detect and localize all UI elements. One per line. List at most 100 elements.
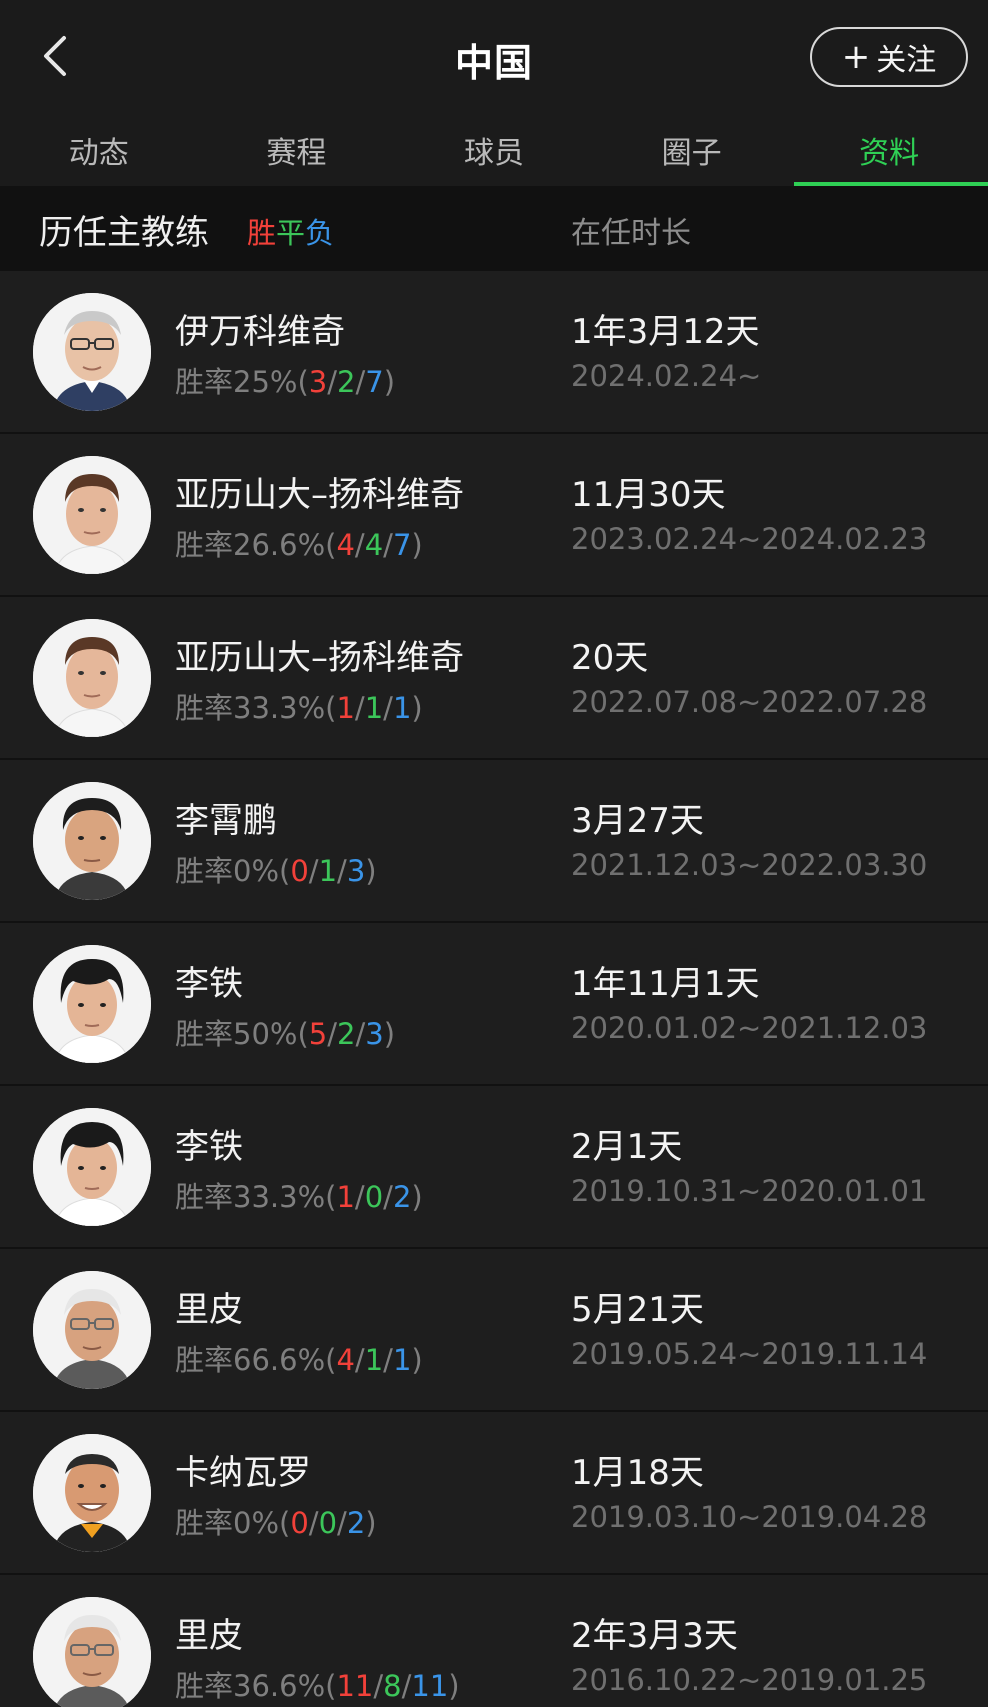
win-rate: 胜率26.6%(4/4/7) [175,528,423,562]
coach-photo [33,456,151,574]
tenure-period: 2016.10.22~2019.01.25 [571,1663,928,1697]
losses: 11 [411,1669,449,1703]
tenure-column-header: 在任时长 [571,216,691,251]
coach-row[interactable]: 里皮 胜率36.6%(11/8/11) 2年3月3天 2016.10.22~20… [0,1575,988,1707]
win-rate-label: 胜率33.3% [175,691,326,725]
win-rate: 胜率25%(3/2/7) [175,365,396,399]
avatar [33,1434,151,1552]
tenure-period: 2023.02.24~2024.02.23 [571,522,928,556]
tenure-period: 2019.10.31~2020.01.01 [571,1174,928,1208]
coaches-section-header: 历任主教练 胜平负 在任时长 [0,186,988,271]
follow-button[interactable]: + 关注 [810,27,968,87]
tenure: 2月1天 [571,1127,683,1167]
win-rate-label: 胜率33.3% [175,1180,326,1214]
avatar [33,456,151,574]
losses: 1 [392,691,412,725]
draws: 0 [364,1180,384,1214]
tab-schedule[interactable]: 赛程 [198,112,396,186]
win-rate-label: 胜率26.6% [175,528,326,562]
tenure-period: 2019.03.10~2019.04.28 [571,1500,928,1534]
draws: 0 [318,1506,338,1540]
losses: 2 [346,1506,366,1540]
coach-photo [33,945,151,1063]
coach-list: 伊万科维奇 胜率25%(3/2/7) 1年3月12天 2024.02.24~ 亚… [0,271,988,1707]
avatar [33,945,151,1063]
draws: 1 [364,691,384,725]
tab-bar: 动态 赛程 球员 圈子 资料 [0,112,988,186]
coach-name: 亚历山大–扬科维奇 [175,638,464,678]
team-profile-page: 中国 + 关注 动态 赛程 球员 圈子 资料 历任主教练 胜平负 在任时长 伊万… [0,0,988,1707]
draws: 8 [383,1669,402,1703]
coach-name: 里皮 [175,1290,243,1330]
legend-loss: 负 [305,216,335,250]
coach-name: 李霄鹏 [175,801,277,841]
win-rate-label: 胜率66.6% [175,1343,326,1377]
win-rate: 胜率36.6%(11/8/11) [175,1669,460,1703]
coach-row[interactable]: 里皮 胜率66.6%(4/1/1) 5月21天 2019.05.24~2019.… [0,1249,988,1412]
tab-community[interactable]: 圈子 [593,112,791,186]
tenure: 1年11月1天 [571,964,760,1004]
wins: 4 [336,1343,355,1377]
coach-row[interactable]: 亚历山大–扬科维奇 胜率33.3%(1/1/1) 20天 2022.07.08~… [0,597,988,760]
tenure: 11月30天 [571,475,726,515]
coach-row[interactable]: 亚历山大–扬科维奇 胜率26.6%(4/4/7) 11月30天 2023.02.… [0,434,988,597]
win-rate-label: 胜率0% [175,1506,280,1540]
tab-players[interactable]: 球员 [395,112,593,186]
coach-row[interactable]: 李霄鹏 胜率0%(0/1/3) 3月27天 2021.12.03~2022.03… [0,760,988,923]
coach-name: 李铁 [175,964,243,1004]
coach-name: 里皮 [175,1616,243,1656]
losses: 2 [392,1180,412,1214]
coach-photo [33,1108,151,1226]
losses: 3 [346,854,366,888]
follow-label: 关注 [876,43,937,78]
wins: 1 [336,1180,355,1214]
losses: 3 [365,1017,384,1051]
avatar [33,619,151,737]
tenure-period: 2020.01.02~2021.12.03 [571,1011,928,1045]
coach-row[interactable]: 卡纳瓦罗 胜率0%(0/0/2) 1月18天 2019.03.10~2019.0… [0,1412,988,1575]
wins: 3 [308,365,328,399]
tenure-period: 2019.05.24~2019.11.14 [571,1337,928,1371]
wins: 11 [336,1669,374,1703]
legend-draw: 平 [276,216,306,250]
win-rate: 胜率33.3%(1/0/2) [175,1180,423,1214]
coach-photo [33,1597,151,1707]
avatar [33,293,151,411]
losses: 7 [392,528,412,562]
win-rate: 胜率0%(0/0/2) [175,1506,377,1540]
win-rate: 胜率50%(5/2/3) [175,1017,396,1051]
coach-name: 卡纳瓦罗 [175,1453,311,1493]
coach-photo [33,1271,151,1389]
tenure-period: 2022.07.08~2022.07.28 [571,685,928,719]
win-rate-label: 胜率0% [175,854,280,888]
tab-profile[interactable]: 资料 [790,112,988,186]
coach-row[interactable]: 伊万科维奇 胜率25%(3/2/7) 1年3月12天 2024.02.24~ [0,271,988,434]
tab-news[interactable]: 动态 [0,112,198,186]
win-rate: 胜率66.6%(4/1/1) [175,1343,423,1377]
draws: 2 [337,365,356,399]
draws: 1 [318,854,338,888]
wins: 0 [290,854,309,888]
coach-row[interactable]: 李铁 胜率33.3%(1/0/2) 2月1天 2019.10.31~2020.0… [0,1086,988,1249]
win-rate: 胜率0%(0/1/3) [175,854,377,888]
coach-name: 李铁 [175,1127,243,1167]
draws: 4 [364,528,384,562]
tenure: 2年3月3天 [571,1616,738,1656]
section-title: 历任主教练 [39,213,209,253]
tenure-period: 2024.02.24~ [571,359,762,393]
tenure: 20天 [571,638,649,678]
losses: 1 [392,1343,412,1377]
tenure: 1月18天 [571,1453,704,1493]
draws: 1 [364,1343,384,1377]
win-rate-label: 胜率50% [175,1017,298,1051]
win-rate-label: 胜率36.6% [175,1669,326,1703]
tenure: 3月27天 [571,801,704,841]
avatar [33,1271,151,1389]
coach-row[interactable]: 李铁 胜率50%(5/2/3) 1年11月1天 2020.01.02~2021.… [0,923,988,1086]
tenure: 1年3月12天 [571,312,760,352]
avatar [33,782,151,900]
legend-win: 胜 [247,216,277,250]
win-rate-label: 胜率25% [175,365,298,399]
draws: 2 [337,1017,356,1051]
wins: 5 [308,1017,328,1051]
